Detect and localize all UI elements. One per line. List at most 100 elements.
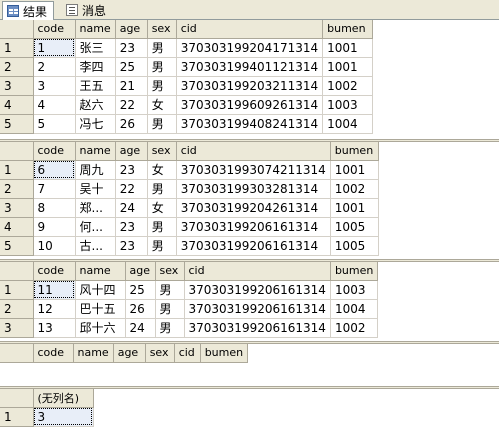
column-header[interactable]: sex: [147, 142, 177, 161]
table-cell[interactable]: 1001: [330, 160, 379, 180]
tab-messages[interactable]: 消息: [62, 1, 113, 19]
table-cell[interactable]: 23: [115, 38, 148, 58]
table-cell[interactable]: 13: [33, 318, 76, 338]
column-header[interactable]: sex: [145, 344, 175, 363]
table-cell[interactable]: 王五: [75, 76, 116, 96]
table-row[interactable]: 2 2 李四 25 男 370303199401121314 1001: [0, 57, 374, 77]
row-number[interactable]: 5: [0, 114, 34, 134]
table-cell[interactable]: 26: [115, 114, 148, 134]
table-cell[interactable]: 21: [115, 76, 148, 96]
column-header[interactable]: name: [75, 20, 116, 39]
result-grid-5[interactable]: (无列名) 13: [0, 389, 499, 433]
row-number[interactable]: 1: [0, 38, 34, 58]
table-row[interactable]: 3 8 郑... 24 女 370303199204261314 1001: [0, 198, 379, 218]
table-cell[interactable]: 赵六: [75, 95, 116, 115]
table-row[interactable]: 1 6 周九 23 女 3703031993074211314 1001: [0, 160, 379, 180]
table-cell[interactable]: 周九: [75, 160, 116, 180]
column-header[interactable]: name: [73, 344, 114, 363]
table-cell[interactable]: 370303199408241314: [176, 114, 324, 134]
table-cell[interactable]: 男: [147, 179, 177, 199]
table-cell[interactable]: 1004: [322, 114, 374, 134]
column-header[interactable]: sex: [147, 20, 177, 39]
table-cell[interactable]: 1002: [330, 318, 379, 338]
column-header[interactable]: age: [113, 344, 146, 363]
table-cell[interactable]: 1001: [322, 38, 374, 58]
table-cell[interactable]: 4: [33, 95, 76, 115]
table-cell[interactable]: 7: [33, 179, 76, 199]
table-row[interactable]: 1 11 风十四 25 男 370303199206161314 1003: [0, 280, 379, 300]
table-cell[interactable]: 3: [33, 76, 76, 96]
table-cell[interactable]: 370303199206161314: [176, 217, 331, 237]
table-row[interactable]: 5 5 冯七 26 男 370303199408241314 1004: [0, 114, 374, 134]
table-cell[interactable]: 370303199203211314: [176, 76, 324, 96]
column-header[interactable]: age: [115, 142, 148, 161]
table-cell[interactable]: 1005: [330, 217, 379, 237]
column-header[interactable]: cid: [184, 262, 331, 281]
column-header[interactable]: cid: [176, 142, 331, 161]
table-cell[interactable]: 370303199206161314: [184, 299, 331, 319]
table-cell[interactable]: 370303199206161314: [176, 236, 331, 256]
table-cell[interactable]: 女: [147, 160, 177, 180]
row-number[interactable]: 1: [0, 280, 34, 300]
table-cell[interactable]: 女: [147, 95, 177, 115]
table-cell[interactable]: 冯七: [75, 114, 116, 134]
column-header[interactable]: (无列名): [33, 389, 94, 408]
table-cell[interactable]: 10: [33, 236, 76, 256]
table-cell[interactable]: 370303199206161314: [184, 318, 331, 338]
table-row[interactable]: 13: [0, 407, 94, 427]
column-header[interactable]: bumen: [200, 344, 249, 363]
table-cell[interactable]: 3: [33, 407, 94, 427]
table-cell[interactable]: 吴十: [75, 179, 116, 199]
table-cell[interactable]: 23: [115, 160, 148, 180]
row-number[interactable]: 3: [0, 76, 34, 96]
table-row[interactable]: 4 4 赵六 22 女 370303199609261314 1003: [0, 95, 374, 115]
column-header[interactable]: bumen: [330, 142, 379, 161]
table-cell[interactable]: 风十四: [75, 280, 126, 300]
column-header[interactable]: cid: [174, 344, 201, 363]
table-cell[interactable]: 男: [147, 76, 177, 96]
column-header[interactable]: name: [75, 142, 116, 161]
result-grid-3[interactable]: code name age sex cid bumen 1 11 风十四 25 男 370…: [0, 262, 499, 341]
table-cell[interactable]: 1: [33, 38, 76, 58]
table-cell[interactable]: 1001: [322, 57, 374, 77]
table-row[interactable]: 3 13 邱十六 24 男 370303199206161314 1002: [0, 318, 379, 338]
column-header[interactable]: age: [125, 262, 156, 281]
table-cell[interactable]: 男: [147, 217, 177, 237]
table-cell[interactable]: 11: [33, 280, 76, 300]
table-cell[interactable]: 5: [33, 114, 76, 134]
column-header[interactable]: bumen: [330, 262, 379, 281]
table-cell[interactable]: 1003: [330, 280, 379, 300]
table-cell[interactable]: 男: [147, 114, 177, 134]
table-row[interactable]: 3 3 王五 21 男 370303199203211314 1002: [0, 76, 374, 96]
table-cell[interactable]: 何...: [75, 217, 116, 237]
table-cell[interactable]: 男: [155, 299, 185, 319]
table-cell[interactable]: 370303199303281314: [176, 179, 331, 199]
table-cell[interactable]: 26: [125, 299, 156, 319]
column-header[interactable]: bumen: [322, 20, 374, 39]
table-cell[interactable]: 370303199609261314: [176, 95, 324, 115]
table-cell[interactable]: 12: [33, 299, 76, 319]
table-cell[interactable]: 24: [125, 318, 156, 338]
row-number[interactable]: 4: [0, 95, 34, 115]
column-header[interactable]: code: [33, 262, 76, 281]
table-cell[interactable]: 370303199401121314: [176, 57, 324, 77]
column-header[interactable]: code: [33, 142, 76, 161]
table-cell[interactable]: 23: [115, 217, 148, 237]
table-cell[interactable]: 22: [115, 179, 148, 199]
table-cell[interactable]: 李四: [75, 57, 116, 77]
result-grid-2[interactable]: code name age sex cid bumen 1 6 周九 23 女 37030…: [0, 142, 499, 259]
table-cell[interactable]: 1001: [330, 198, 379, 218]
column-header[interactable]: sex: [155, 262, 185, 281]
table-cell[interactable]: 郑...: [75, 198, 116, 218]
table-row[interactable]: 5 10 古... 23 男 370303199206161314 1005: [0, 236, 379, 256]
table-cell[interactable]: 男: [147, 236, 177, 256]
table-cell[interactable]: 男: [155, 318, 185, 338]
row-number[interactable]: 2: [0, 299, 34, 319]
table-cell[interactable]: 女: [147, 198, 177, 218]
row-number[interactable]: 1: [0, 407, 34, 427]
column-header[interactable]: code: [33, 344, 74, 363]
table-cell[interactable]: 男: [147, 38, 177, 58]
result-grid-1[interactable]: code name age sex cid bumen 1 1 张三 23 男 37030…: [0, 20, 499, 139]
table-row[interactable]: 2 12 巴十五 26 男 370303199206161314 1004: [0, 299, 379, 319]
row-number[interactable]: 2: [0, 57, 34, 77]
